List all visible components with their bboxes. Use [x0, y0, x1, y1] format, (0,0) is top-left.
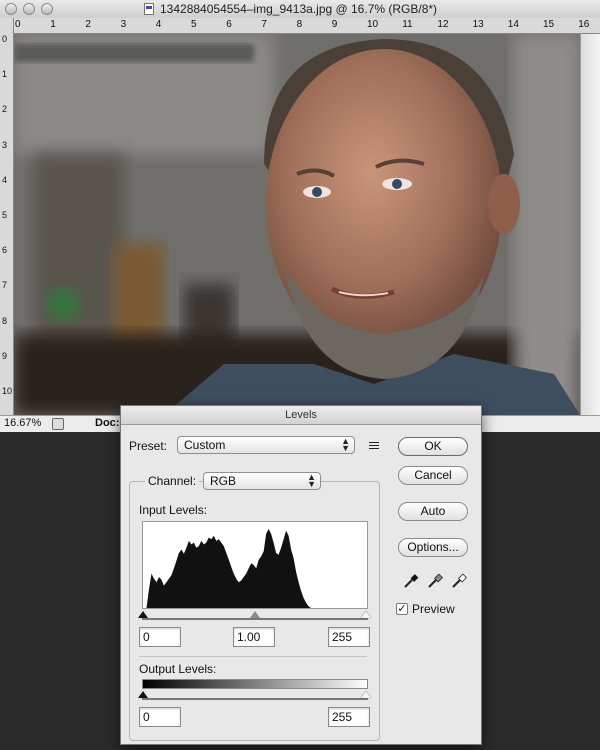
- cancel-button[interactable]: Cancel: [398, 466, 468, 485]
- histogram-graph: [143, 528, 316, 608]
- output-white-slider[interactable]: [361, 691, 371, 698]
- output-gradient-bar: [142, 679, 368, 689]
- ruler-tick-label: 0: [15, 19, 21, 30]
- output-slider-track[interactable]: [142, 698, 368, 700]
- status-menu-icon[interactable]: [52, 418, 64, 430]
- input-levels-label: Input Levels:: [139, 503, 208, 517]
- preset-select[interactable]: Custom ▲ ▼: [177, 436, 355, 454]
- ruler-tick-label: 4: [155, 19, 162, 30]
- ruler-tick-label: 5: [191, 19, 197, 30]
- portrait-photo: [14, 34, 580, 415]
- preset-value: Custom: [184, 438, 226, 452]
- options-button[interactable]: Options...: [398, 538, 468, 557]
- output-levels-label: Output Levels:: [139, 662, 217, 676]
- input-white-slider[interactable]: [361, 611, 371, 618]
- ruler-tick-label: 6: [2, 245, 8, 256]
- ruler-tick-label: 10: [2, 386, 13, 396]
- ruler-tick-label: 1: [50, 19, 56, 30]
- image-canvas[interactable]: [14, 34, 580, 415]
- vertical-scrollbar[interactable]: [580, 34, 600, 415]
- eyedropper-gray-icon[interactable]: [426, 572, 444, 590]
- ruler-tick-label: 13: [472, 19, 484, 30]
- output-black-field[interactable]: 0: [139, 707, 181, 727]
- doc-size-label: Doc:: [95, 417, 120, 429]
- ok-button[interactable]: OK: [398, 437, 468, 456]
- input-black-slider[interactable]: [138, 611, 148, 618]
- input-gamma-field[interactable]: 1.00: [233, 627, 275, 647]
- preset-label: Preset:: [129, 439, 168, 453]
- input-gamma-slider[interactable]: [250, 611, 260, 618]
- ruler-tick-label: 14: [507, 19, 519, 30]
- channel-select[interactable]: RGB ▲ ▼: [203, 472, 321, 490]
- document-icon: [144, 3, 154, 15]
- channel-label: Channel:: [145, 474, 200, 488]
- dialog-title: Levels: [121, 406, 481, 425]
- ruler-tick-label: 11: [402, 19, 413, 30]
- zoom-level[interactable]: 16.67%: [4, 417, 41, 429]
- input-black-field[interactable]: 0: [139, 627, 181, 647]
- output-black-slider[interactable]: [138, 691, 148, 698]
- histogram: [142, 521, 368, 609]
- histogram-area: [143, 528, 316, 608]
- ruler-tick-label: 3: [2, 139, 8, 150]
- ruler-tick-label: 0: [2, 34, 8, 44]
- document-window: 1342884054554–img_9413a.jpg @ 16.7% (RGB…: [0, 0, 600, 432]
- ruler-tick-label: 2: [2, 104, 8, 115]
- vertical-ruler[interactable]: 01234567891011: [0, 18, 14, 415]
- input-slider-track[interactable]: [142, 618, 368, 620]
- ruler-tick-label: 7: [261, 19, 267, 30]
- select-arrows-icon: ▲ ▼: [307, 472, 316, 489]
- ruler-tick-label: 9: [2, 350, 8, 361]
- ruler-tick-label: 3: [120, 19, 127, 30]
- input-white-field[interactable]: 255: [328, 627, 370, 647]
- preview-checkbox[interactable]: ✓: [396, 603, 408, 615]
- ruler-tick-label: 6: [226, 19, 232, 30]
- preview-label: Preview: [412, 602, 455, 616]
- ruler-tick-label: 12: [437, 19, 449, 30]
- ruler-tick-label: 8: [296, 19, 303, 30]
- ruler-tick-label: 5: [2, 210, 8, 220]
- ruler-tick-label: 15: [543, 19, 555, 30]
- horizontal-ruler[interactable]: 0 1 2 3 4 5 6 7 8 9 10 11 12 13 14 15 16: [13, 18, 600, 34]
- ruler-tick-label: 4: [2, 174, 8, 185]
- select-arrows-icon: ▲ ▼: [341, 436, 350, 453]
- preset-options-icon[interactable]: [365, 440, 379, 452]
- output-white-field[interactable]: 255: [328, 707, 370, 727]
- zoom-window-button[interactable]: [41, 3, 53, 15]
- ruler-tick-label: 2: [85, 19, 91, 30]
- ruler-tick-label: 10: [367, 19, 379, 30]
- minimize-window-button[interactable]: [23, 3, 35, 15]
- title-bar[interactable]: 1342884054554–img_9413a.jpg @ 16.7% (RGB…: [0, 0, 600, 19]
- ruler-tick-label: 1: [2, 69, 8, 80]
- eyedropper-white-icon[interactable]: [450, 572, 468, 590]
- ruler-tick-label: 8: [2, 315, 8, 326]
- section-divider: [139, 656, 367, 657]
- ruler-tick-label: 7: [2, 280, 8, 291]
- eyedropper-black-icon[interactable]: [402, 572, 420, 590]
- ruler-tick-label: 16: [578, 19, 590, 30]
- levels-dialog: Levels Preset: Custom ▲ ▼ Channel: RGB ▲ ▼…: [120, 405, 482, 745]
- channel-value: RGB: [210, 474, 237, 488]
- ruler-tick-label: 9: [331, 19, 338, 30]
- auto-button[interactable]: Auto: [398, 502, 468, 521]
- close-window-button[interactable]: [5, 3, 17, 15]
- window-title: 1342884054554–img_9413a.jpg @ 16.7% (RGB…: [160, 2, 438, 16]
